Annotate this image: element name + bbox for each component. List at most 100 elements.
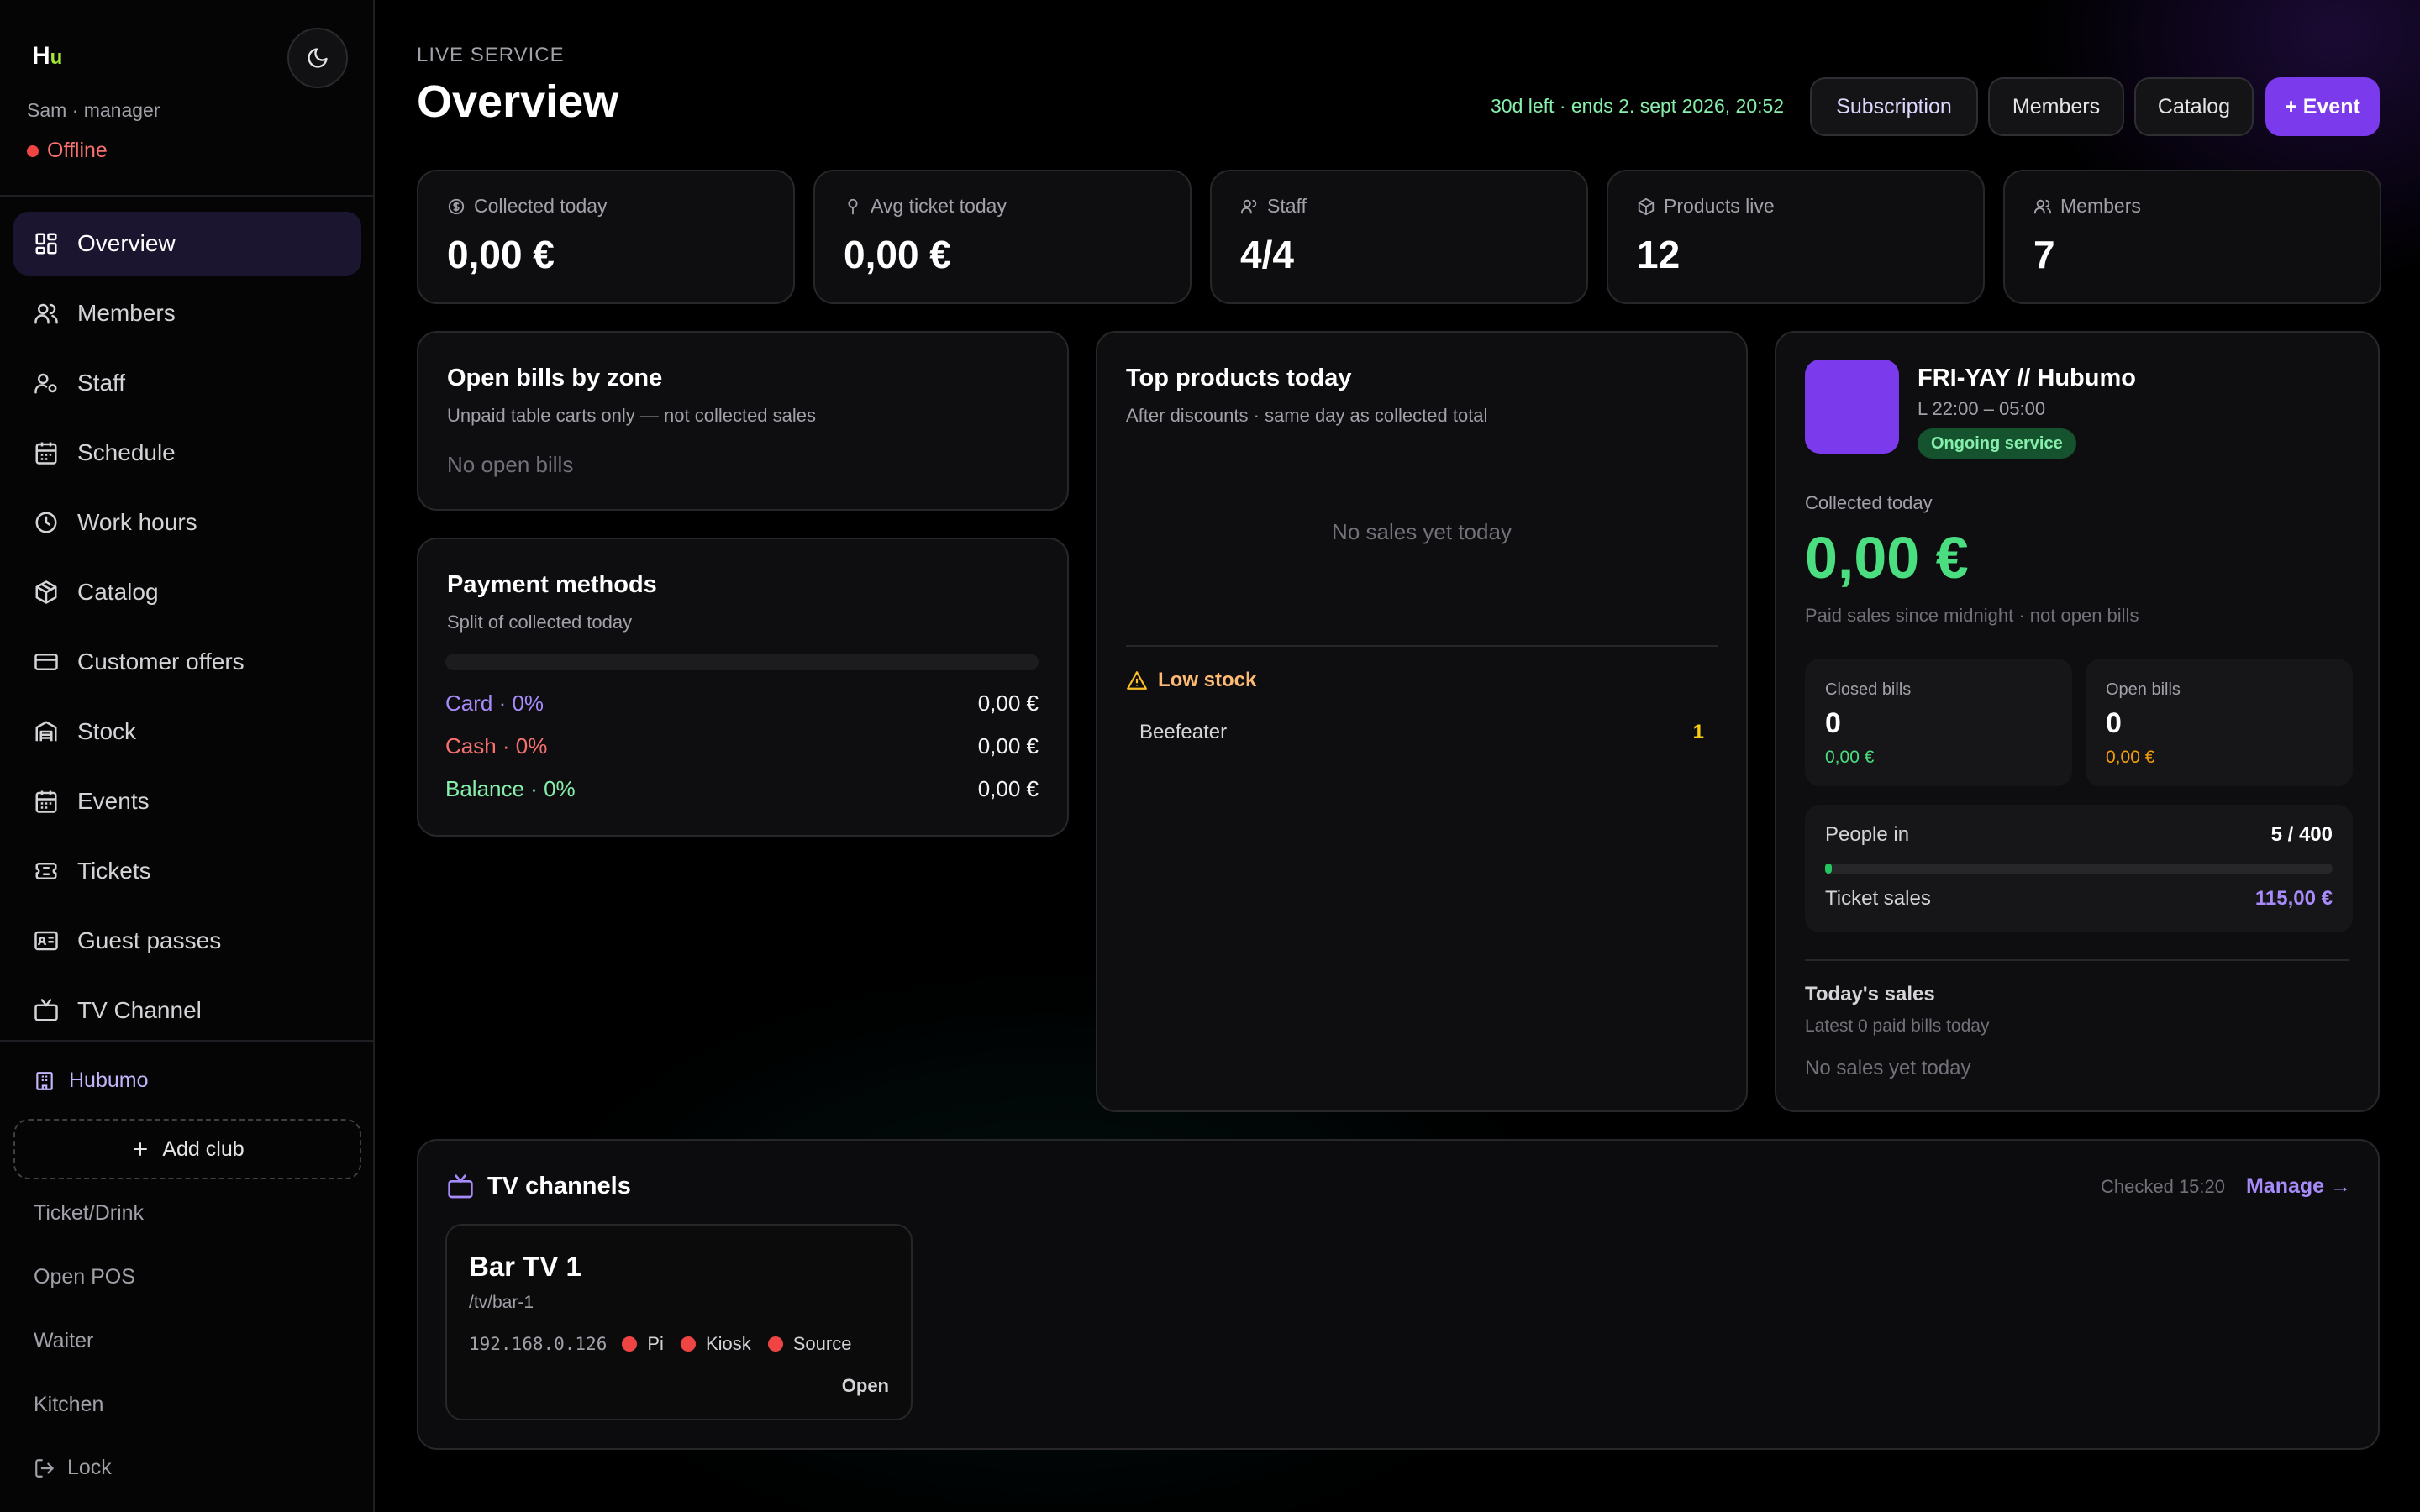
sidebar-item-work-hours[interactable]: Work hours [13,491,361,554]
sidebar-item-catalog[interactable]: Catalog [13,560,361,624]
add-event-button[interactable]: + Event [2265,77,2380,136]
plus-icon [134,1142,148,1156]
link-waiter[interactable]: Waiter [34,1329,93,1353]
catalog-button[interactable]: Catalog [2134,77,2254,136]
empty-state: No sales yet today [1805,1057,1971,1079]
event-time: L 22:00 – 05:00 [1918,398,2046,419]
people-in-progress-fill [1825,864,1832,874]
link-ticket-drink[interactable]: Ticket/Drink [34,1201,144,1226]
subscription-note: 30d left · ends 2. sept 2026, 20:52 [1491,95,1785,117]
subscription-button[interactable]: Subscription [1810,77,1978,136]
club-selector[interactable]: Hubumo [34,1068,149,1093]
channel-path: /tv/bar-1 [469,1293,534,1312]
sidebar-item-tickets[interactable]: Tickets [13,839,361,903]
payment-row-card: Card · 0% 0,00 € [445,690,1039,716]
status-badge: Ongoing service [1918,428,2076,459]
credit-card-icon [34,654,58,670]
card-subtitle: Unpaid table carts only — not collected … [447,405,817,426]
manage-link[interactable]: Manage → [2246,1174,2351,1199]
members-button[interactable]: Members [1988,77,2124,136]
card-subtitle: After discounts · same day as collected … [1126,405,1488,426]
stat-value: 4/4 [1240,233,1294,276]
grid-icon [35,233,57,255]
people-in-progress-track [1825,864,2333,874]
attendance-tile: People in 5 / 400 Ticket sales 115,00 € [1805,805,2353,932]
collected-value: 0,00 € [1805,525,1969,591]
sidebar-nav: Overview Members Staff Schedule Work hou… [13,212,361,1048]
tv-icon [448,1173,473,1198]
link-open-pos[interactable]: Open POS [34,1265,135,1289]
page-eyebrow: LIVE SERVICE [417,44,565,66]
users-icon [34,303,58,324]
open-bills-tile: Open bills 0 0,00 € [2086,659,2353,786]
open-channel-button[interactable]: Open [842,1375,889,1397]
sidebar-item-members[interactable]: Members [13,281,361,345]
moon-icon [308,48,328,68]
sidebar-item-tv-channel[interactable]: TV Channel [13,979,361,1042]
building-icon [36,1071,53,1090]
warning-icon [1127,671,1147,690]
tv-icon [34,999,58,1021]
stat-label: Staff [1267,195,1307,217]
stat-label: Avg ticket today [871,195,1007,217]
payment-row-cash: Cash · 0% 0,00 € [445,733,1039,759]
app-logo[interactable]: Hu [32,42,62,71]
sidebar-item-stock[interactable]: Stock [13,700,361,764]
stat-card-staff: Staff 4/4 [1210,170,1588,304]
stat-label: Members [2060,195,2141,217]
event-card: FRI-YAY // Hubumo L 22:00 – 05:00 Ongoin… [1775,331,2380,1112]
list-item: Beefeater 1 [1139,721,1704,743]
logout-icon [35,1458,54,1478]
stat-value: 7 [2033,233,2055,276]
event-image [1805,360,1899,454]
coin-icon [448,198,465,214]
box-icon [1638,197,1655,215]
sidebar-item-events[interactable]: Events [13,769,361,833]
add-club-button[interactable]: Add club [13,1119,361,1179]
link-kitchen[interactable]: Kitchen [34,1393,103,1417]
payment-row-balance: Balance · 0% 0,00 € [445,776,1039,801]
id-card-icon [34,931,58,951]
ticket-icon [35,863,57,879]
closed-bills-tile: Closed bills 0 0,00 € [1805,659,2072,786]
staff-icon [34,373,57,394]
channel-status-row: 192.168.0.126 Pi Kiosk Source [469,1333,852,1354]
lock-button[interactable]: Lock [34,1456,112,1480]
todays-sales-subtitle: Latest 0 paid bills today [1805,1016,1990,1036]
sidebar-item-overview[interactable]: Overview [13,212,361,276]
todays-sales-title: Today's sales [1805,983,1935,1005]
stat-value: 0,00 € [447,233,555,276]
stat-value: 0,00 € [844,233,951,276]
status-dot-icon [767,1336,783,1352]
payment-split-bar [445,654,1039,670]
card-subtitle: Split of collected today [447,612,633,633]
sidebar: Hu Sam · manager Offline Overview Member… [0,0,375,1512]
sidebar-item-staff[interactable]: Staff [13,351,361,415]
divider [1805,959,2349,961]
stat-card-members: Members 7 [2003,170,2381,304]
stat-label: Products live [1664,195,1775,217]
card-title: Payment methods [447,571,657,598]
last-checked: Checked 15:20 [2101,1176,2225,1197]
stat-value: 12 [1637,233,1681,276]
sidebar-item-guest-passes[interactable]: Guest passes [13,909,361,973]
top-products-card: Top products today After discounts · sam… [1096,331,1748,1112]
connection-status: Offline [27,139,108,163]
theme-toggle-button[interactable] [287,28,348,88]
stat-card-avg-ticket: Avg ticket today 0,00 € [813,170,1192,304]
card-title: Open bills by zone [447,365,663,391]
open-bills-card: Open bills by zone Unpaid table carts on… [417,331,1069,511]
status-dot-icon [680,1336,696,1352]
clock-icon [35,512,57,533]
divider [0,195,375,197]
divider [1126,645,1718,647]
channel-name: Bar TV 1 [469,1251,581,1282]
status-dot-icon [27,144,39,157]
calendar-icon [35,790,57,813]
sidebar-item-customer-offers[interactable]: Customer offers [13,630,361,694]
low-stock-heading: Low stock [1126,669,1256,692]
tv-channel-tile[interactable]: Bar TV 1 /tv/bar-1 192.168.0.126 Pi Kios… [445,1224,913,1420]
stat-label: Collected today [474,195,608,217]
sidebar-item-schedule[interactable]: Schedule [13,421,361,485]
staff-icon [1240,199,1257,213]
